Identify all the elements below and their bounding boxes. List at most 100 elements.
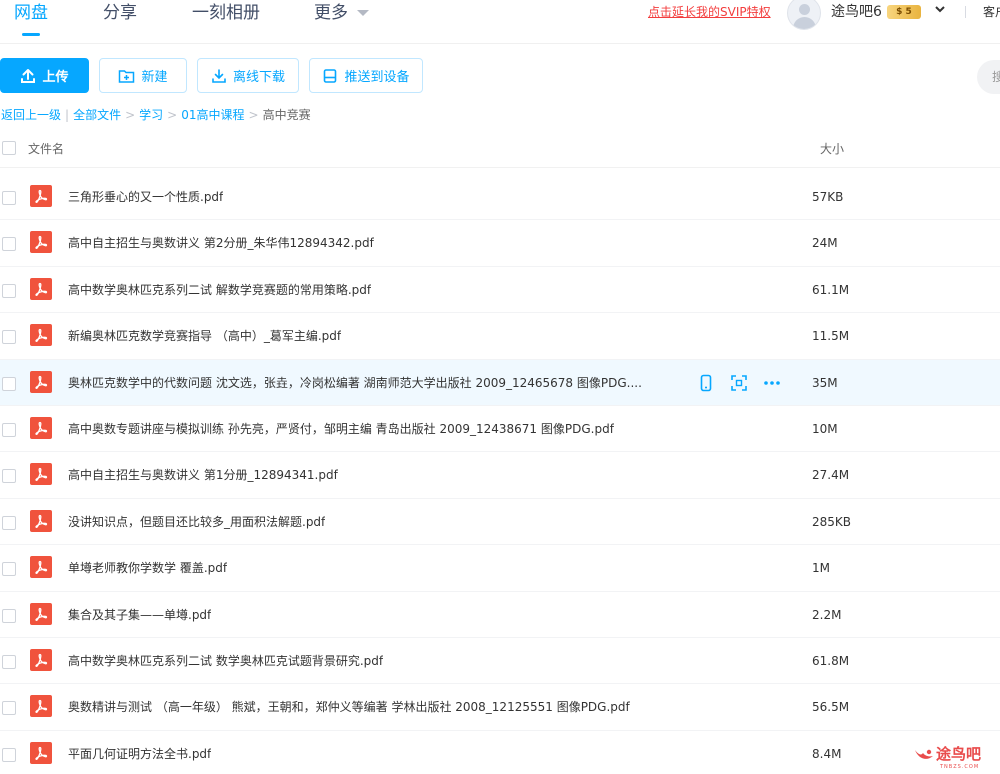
file-name[interactable]: 高中自主招生与奥数讲义 第2分册_朱华伟12894342.pdf — [68, 235, 374, 251]
username[interactable]: 途鸟吧6 — [831, 3, 882, 21]
device-icon — [324, 68, 337, 83]
file-name[interactable]: 高中数学奥林匹克系列二试 数学奥林匹克试题背景研究.pdf — [68, 653, 383, 669]
file-name[interactable]: 没讲知识点，但题目还比较多_用面积法解题.pdf — [68, 514, 325, 530]
breadcrumb-current: 高中竞赛 — [262, 108, 311, 122]
pdf-file-icon — [30, 416, 52, 439]
file-checkbox[interactable] — [2, 330, 16, 345]
offline-download-button[interactable]: 离线下载 — [197, 58, 299, 93]
pdf-file-icon — [30, 231, 52, 254]
file-checkbox[interactable] — [2, 191, 16, 205]
file-size: 8.4M — [812, 746, 842, 761]
file-row[interactable]: 平面几何证明方法全书.pdf 8.4M — [0, 731, 1000, 774]
file-size: 1M — [812, 561, 830, 576]
download-icon — [212, 68, 226, 83]
tab-more[interactable]: 更多 — [314, 2, 348, 24]
active-tab-indicator — [22, 33, 40, 36]
tab-share[interactable]: 分享 — [103, 2, 137, 24]
file-row[interactable]: 奥数精讲与测试 （高一年级） 熊斌，王朝和，郑仲义等编著 学林出版社 2008_… — [0, 684, 1000, 731]
file-size: 35M — [812, 375, 838, 390]
file-checkbox[interactable] — [2, 654, 16, 669]
upload-button[interactable]: 上传 — [0, 58, 89, 93]
client-download-link[interactable]: 客户端 — [983, 4, 1000, 20]
file-name[interactable]: 新编奥林匹克数学竞赛指导 （高中）_葛军主编.pdf — [68, 328, 341, 344]
file-name[interactable]: 高中奥数专题讲座与模拟训练 孙先亮，严贤付，邹明主编 青岛出版社 2009_12… — [68, 421, 614, 437]
file-row[interactable]: 奥林匹克数学中的代数问题 沈文选，张垚，冷岗松编著 湖南师范大学出版社 2009… — [0, 359, 1000, 406]
chevron-down-icon[interactable] — [357, 10, 369, 16]
tab-moment-album[interactable]: 一刻相册 — [192, 2, 260, 24]
file-name[interactable]: 集合及其子集——单墫.pdf — [68, 607, 211, 623]
file-size: 27.4M — [812, 468, 850, 483]
file-row[interactable]: 集合及其子集——单墫.pdf 2.2M — [0, 592, 1000, 638]
avatar[interactable] — [787, 0, 821, 30]
file-size: 56.5M — [812, 700, 850, 715]
new-folder-label: 新建 — [141, 70, 168, 85]
file-checkbox[interactable] — [2, 515, 16, 530]
file-checkbox[interactable] — [2, 422, 16, 437]
push-to-device-label: 推送到设备 — [344, 70, 410, 85]
share-icon[interactable] — [730, 374, 748, 392]
chevron-down-icon[interactable] — [934, 3, 946, 15]
file-row[interactable]: 新编奥林匹克数学竞赛指导 （高中）_葛军主编.pdf 11.5M — [0, 313, 1000, 360]
breadcrumb-separator: | — [65, 108, 70, 122]
file-checkbox[interactable] — [2, 237, 16, 252]
pdf-file-icon — [30, 556, 52, 579]
pdf-file-icon — [30, 277, 52, 300]
file-checkbox[interactable] — [2, 701, 16, 716]
file-row[interactable]: 高中自主招生与奥数讲义 第2分册_朱华伟12894342.pdf 24M — [0, 220, 1000, 267]
new-folder-button[interactable]: 新建 — [99, 58, 187, 93]
upload-label: 上传 — [42, 70, 69, 85]
more-icon[interactable] — [763, 374, 781, 392]
file-row[interactable]: 高中数学奥林匹克系列二试 数学奥林匹克试题背景研究.pdf 61.8M — [0, 638, 1000, 685]
pdf-file-icon — [30, 695, 52, 718]
breadcrumb-all-files[interactable]: 全部文件 — [73, 108, 121, 122]
file-checkbox[interactable] — [2, 562, 16, 577]
pdf-file-icon — [30, 324, 52, 347]
file-checkbox[interactable] — [2, 469, 16, 484]
breadcrumb-back[interactable]: 返回上一级 — [1, 108, 61, 122]
file-name[interactable]: 高中数学奥林匹克系列二试 解数学竞赛题的常用策略.pdf — [68, 282, 371, 298]
column-header-size[interactable]: 大小 — [820, 140, 844, 157]
file-name[interactable]: 奥林匹克数学中的代数问题 沈文选，张垚，冷岗松编著 湖南师范大学出版社 2009… — [68, 375, 642, 391]
breadcrumb-high-school-courses[interactable]: 01高中课程 — [181, 108, 244, 122]
breadcrumb-separator: > — [125, 108, 136, 122]
file-row[interactable]: 单墫老师教你学数学 覆盖.pdf 1M — [0, 545, 1000, 592]
file-row[interactable]: 三角形垂心的又一个性质.pdf 57KB — [0, 174, 1000, 221]
file-name[interactable]: 单墫老师教你学数学 覆盖.pdf — [68, 560, 227, 576]
file-size: 285KB — [812, 514, 852, 529]
pdf-file-icon — [30, 741, 52, 764]
file-name[interactable]: 奥数精讲与测试 （高一年级） 熊斌，王朝和，郑仲义等编著 学林出版社 2008_… — [68, 699, 630, 715]
tab-netdisk[interactable]: 网盘 — [14, 2, 48, 24]
nav-divider — [965, 6, 966, 18]
file-row[interactable]: 高中自主招生与奥数讲义 第1分册_12894341.pdf 27.4M — [0, 452, 1000, 499]
column-header-name[interactable]: 文件名 — [28, 140, 64, 157]
new-folder-icon — [119, 69, 135, 83]
file-row[interactable]: 高中数学奥林匹克系列二试 解数学竞赛题的常用策略.pdf 61.1M — [0, 267, 1000, 314]
offline-download-label: 离线下载 — [232, 70, 285, 85]
search-placeholder: 搜 — [992, 70, 1000, 84]
select-all-checkbox[interactable] — [2, 141, 16, 155]
file-name[interactable]: 三角形垂心的又一个性质.pdf — [68, 189, 223, 205]
watermark-subtext: TNBZS.COM — [940, 764, 980, 770]
file-size: 24M — [812, 236, 838, 251]
file-checkbox[interactable] — [2, 608, 16, 623]
file-name[interactable]: 高中自主招生与奥数讲义 第1分册_12894341.pdf — [68, 467, 338, 483]
file-row[interactable]: 没讲知识点，但题目还比较多_用面积法解题.pdf 285KB — [0, 499, 1000, 546]
row-actions — [697, 374, 781, 392]
file-name[interactable]: 平面几何证明方法全书.pdf — [68, 746, 211, 762]
push-to-device-button[interactable]: 推送到设备 — [309, 58, 423, 93]
file-size: 11.5M — [812, 329, 850, 344]
file-size: 61.1M — [812, 282, 850, 297]
file-size: 61.8M — [812, 653, 850, 668]
pdf-file-icon — [30, 602, 52, 625]
breadcrumb-study[interactable]: 学习 — [139, 108, 163, 122]
file-checkbox[interactable] — [2, 283, 16, 298]
phone-icon[interactable] — [697, 374, 715, 392]
breadcrumb: 返回上一级 | 全部文件 > 学习 >01高中课程 > 高中竞赛 — [1, 107, 311, 123]
search-input[interactable]: 搜 — [977, 60, 1000, 94]
svip-renew-link[interactable]: 点击延长我的SVIP特权 — [648, 4, 771, 20]
file-row[interactable]: 高中奥数专题讲座与模拟训练 孙先亮，严贤付，邹明主编 青岛出版社 2009_12… — [0, 406, 1000, 453]
breadcrumb-separator: > — [248, 108, 259, 122]
file-checkbox[interactable] — [2, 747, 16, 762]
watermark-text: 途鸟吧 — [936, 745, 982, 763]
file-checkbox[interactable] — [2, 376, 16, 391]
